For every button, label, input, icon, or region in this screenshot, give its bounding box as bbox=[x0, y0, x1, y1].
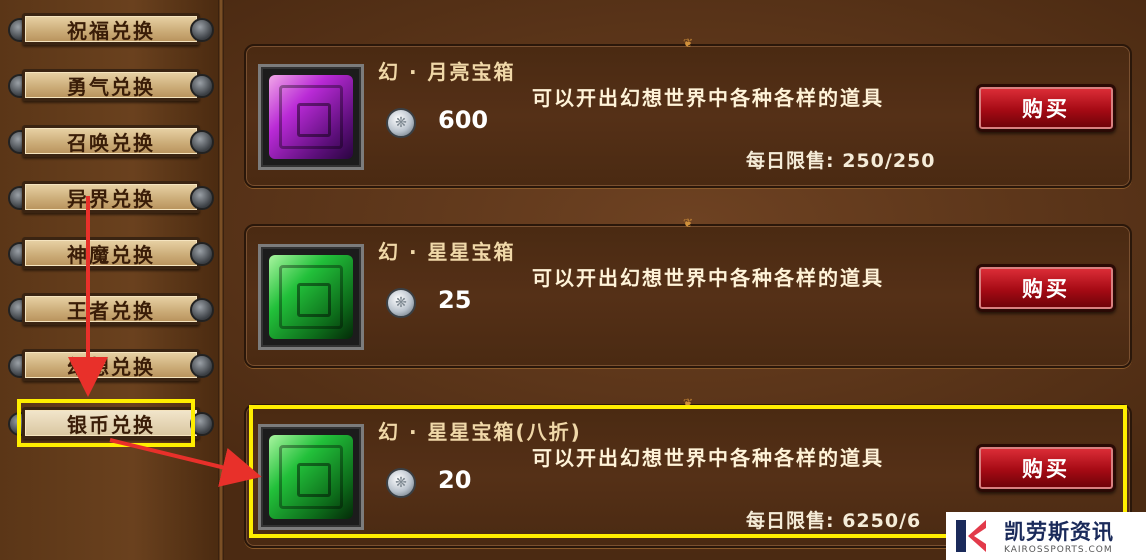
arrow-right bbox=[109, 438, 262, 487]
annotation-arrows bbox=[68, 196, 262, 487]
kairos-logo-icon bbox=[956, 520, 986, 552]
watermark: 凯劳斯资讯 KAIROSSPORTS.COM bbox=[946, 512, 1146, 560]
watermark-name: 凯劳斯资讯 bbox=[1004, 520, 1114, 544]
watermark-sub: KAIROSSPORTS.COM bbox=[1004, 545, 1113, 555]
